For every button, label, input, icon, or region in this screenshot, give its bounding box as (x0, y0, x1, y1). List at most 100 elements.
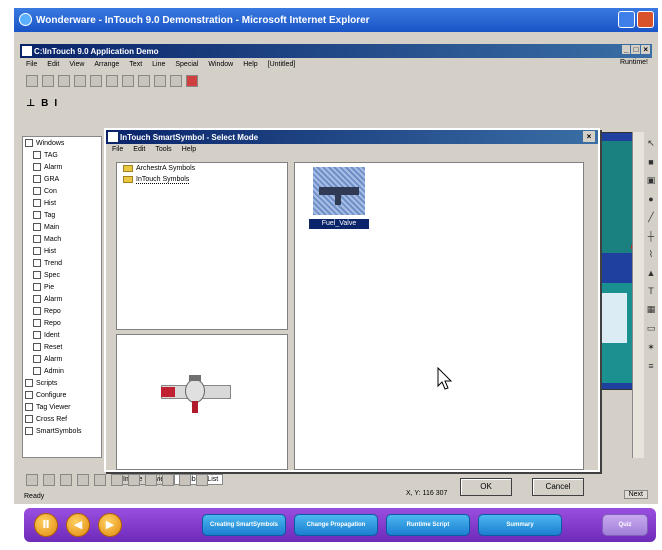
trend-icon[interactable]: ≡ (648, 361, 653, 371)
forward-button[interactable]: ▶ (98, 513, 122, 537)
tree-item[interactable]: Spec (23, 269, 101, 281)
dialog-menu-tools[interactable]: Tools (155, 146, 171, 156)
tree-item[interactable]: Alarm (23, 293, 101, 305)
app-minimize-icon[interactable]: _ (622, 45, 631, 54)
fill-color-icon[interactable] (162, 474, 174, 486)
open-icon[interactable] (42, 75, 54, 87)
tree-item-scripts[interactable]: Scripts (23, 377, 101, 389)
tree-item[interactable]: Alarm (23, 161, 101, 173)
menu-file[interactable]: File (26, 61, 37, 68)
tree-item[interactable]: Repo (23, 317, 101, 329)
minimize-icon[interactable] (618, 11, 635, 28)
cut-icon[interactable] (106, 75, 118, 87)
app-close-icon[interactable]: × (641, 45, 650, 54)
undo-icon[interactable] (154, 75, 166, 87)
rounded-rect-icon[interactable]: ▣ (647, 175, 656, 186)
bold-icon[interactable]: B (41, 98, 48, 109)
tree-item-cross-ref[interactable]: Cross Ref (23, 413, 101, 425)
tree-item[interactable]: Mach (23, 233, 101, 245)
copy-icon[interactable] (122, 75, 134, 87)
tree-item[interactable]: Admin (23, 365, 101, 377)
step-change-propagation[interactable]: Change Propagation (294, 514, 378, 536)
window-icon (33, 331, 41, 339)
align-center-icon[interactable] (43, 474, 55, 486)
folder-archestra-symbols[interactable]: ArchestrA Symbols (117, 163, 287, 174)
menu-untitled[interactable]: [Untitled] (268, 61, 296, 68)
align-right-icon[interactable] (60, 474, 72, 486)
tree-item-tag-viewer[interactable]: Tag Viewer (23, 401, 101, 413)
hv-line-icon[interactable]: ┼ (648, 231, 654, 241)
tree-item[interactable]: Hist (23, 245, 101, 257)
tree-item-configure[interactable]: Configure (23, 389, 101, 401)
align-icon[interactable]: ⊥ (26, 98, 35, 109)
runtime-icon[interactable] (186, 75, 198, 87)
tree-item[interactable]: Tag (23, 209, 101, 221)
layer-icon[interactable] (145, 474, 157, 486)
ungroup-icon[interactable] (111, 474, 123, 486)
tree-item[interactable]: TAG (23, 149, 101, 161)
tree-root[interactable]: Windows (23, 137, 101, 149)
menu-window[interactable]: Window (208, 61, 233, 68)
dialog-close-icon[interactable]: × (583, 131, 595, 142)
line-icon[interactable]: ╱ (648, 212, 653, 223)
select-icon[interactable]: ↖ (647, 138, 655, 149)
menu-arrange[interactable]: Arrange (94, 61, 119, 68)
menu-help[interactable]: Help (243, 61, 257, 68)
tree-item[interactable]: Alarm (23, 353, 101, 365)
menu-view[interactable]: View (69, 61, 84, 68)
symbol-name-label[interactable]: Fuel_Valve (309, 219, 369, 229)
tree-item[interactable]: Con (23, 185, 101, 197)
save-icon[interactable] (58, 75, 70, 87)
tree-item-smartsymbols[interactable]: SmartSymbols (23, 425, 101, 437)
dialog-menu-help[interactable]: Help (182, 146, 196, 156)
tree-item[interactable]: Main (23, 221, 101, 233)
menu-edit[interactable]: Edit (47, 61, 59, 68)
new-icon[interactable] (26, 75, 38, 87)
bitmap-icon[interactable]: ▦ (647, 304, 656, 315)
rectangle-icon[interactable]: ■ (648, 157, 653, 167)
back-button[interactable]: ◀ (66, 513, 90, 537)
menu-line[interactable]: Line (152, 61, 165, 68)
workspace-scrollbar[interactable] (632, 132, 644, 458)
text-icon[interactable]: T (648, 286, 654, 296)
menu-text[interactable]: Text (129, 61, 142, 68)
tree-item[interactable]: GRA (23, 173, 101, 185)
print-icon[interactable] (90, 75, 102, 87)
redo-icon[interactable] (170, 75, 182, 87)
italic-icon[interactable]: I (54, 98, 57, 109)
tree-item[interactable]: Ident (23, 329, 101, 341)
step-quiz[interactable]: Quiz (602, 514, 648, 536)
app-restore-icon[interactable]: □ (631, 45, 641, 54)
save-all-icon[interactable] (74, 75, 86, 87)
tree-item[interactable]: Hist (23, 197, 101, 209)
fuel-valve-thumbnail[interactable] (313, 167, 365, 215)
folder-intouch-symbols[interactable]: InTouch Symbols (117, 174, 287, 185)
ellipse-icon[interactable]: ● (648, 194, 653, 204)
polygon-icon[interactable]: ▲ (647, 268, 656, 278)
dialog-menu-file[interactable]: File (112, 146, 123, 156)
align-left-icon[interactable] (26, 474, 38, 486)
next-button[interactable]: Next (623, 490, 648, 499)
tree-item[interactable]: Reset (23, 341, 101, 353)
dialog-menu-edit[interactable]: Edit (133, 146, 145, 156)
step-runtime-script[interactable]: Runtime Script (386, 514, 470, 536)
step-creating-smartsymbols[interactable]: Creating SmartSymbols (202, 514, 286, 536)
format-toolbar: ⊥ B I (20, 94, 110, 112)
polyline-icon[interactable]: ⌇ (649, 249, 653, 260)
step-summary[interactable]: Summary (478, 514, 562, 536)
menu-special[interactable]: Special (175, 61, 198, 68)
tree-item[interactable]: Pie (23, 281, 101, 293)
wizard-icon[interactable]: ✶ (647, 342, 655, 353)
group-icon[interactable] (94, 474, 106, 486)
pause-button[interactable]: Ⅱ (34, 513, 58, 537)
button-icon[interactable]: ▭ (647, 323, 656, 334)
close-icon[interactable] (637, 11, 654, 28)
runtime-label[interactable]: Runtime! (620, 59, 648, 66)
line-color-icon[interactable] (179, 474, 191, 486)
pen-icon[interactable] (77, 474, 89, 486)
tree-item[interactable]: Repo (23, 305, 101, 317)
grid-icon[interactable] (128, 474, 140, 486)
paste-icon[interactable] (138, 75, 150, 87)
text-color-icon[interactable] (196, 474, 208, 486)
tree-item[interactable]: Trend (23, 257, 101, 269)
